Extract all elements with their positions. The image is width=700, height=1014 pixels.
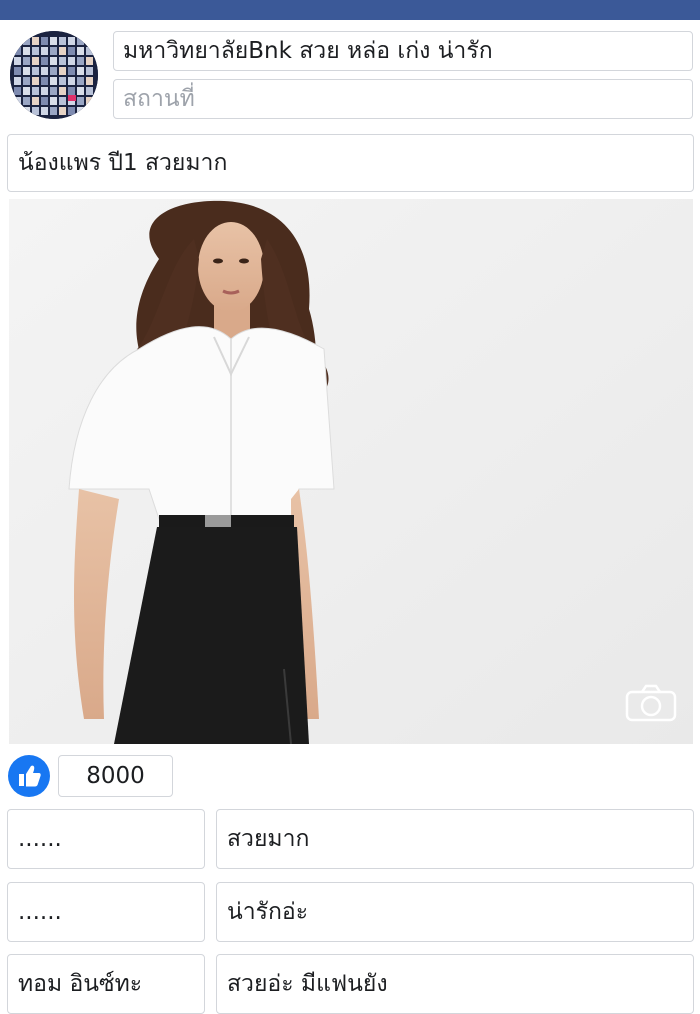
camera-icon[interactable] bbox=[625, 684, 677, 722]
comment-text[interactable]: น่ารักอ่ะ bbox=[216, 882, 694, 942]
comment-author[interactable]: ทอม อินซ์ทะ bbox=[7, 954, 205, 1014]
comment-author[interactable]: ...... bbox=[7, 882, 205, 942]
like-count: 8000 bbox=[58, 755, 173, 797]
comment-text[interactable]: สวยมาก bbox=[216, 809, 694, 869]
post-title-field[interactable]: มหาวิทยาลัยBnk สวย หล่อ เก่ง น่ารัก bbox=[113, 31, 693, 71]
thumbs-up-icon[interactable] bbox=[8, 755, 50, 797]
avatar[interactable] bbox=[10, 31, 98, 119]
top-bar bbox=[0, 0, 700, 20]
post-photo[interactable] bbox=[9, 199, 693, 744]
caption-field[interactable]: น้องแพร ปี1 สวยมาก bbox=[7, 134, 694, 192]
comment-text[interactable]: สวยอ่ะ มีแฟนยัง bbox=[216, 954, 694, 1014]
location-field[interactable]: สถานที่ bbox=[113, 79, 693, 119]
comment-author[interactable]: ...... bbox=[7, 809, 205, 869]
